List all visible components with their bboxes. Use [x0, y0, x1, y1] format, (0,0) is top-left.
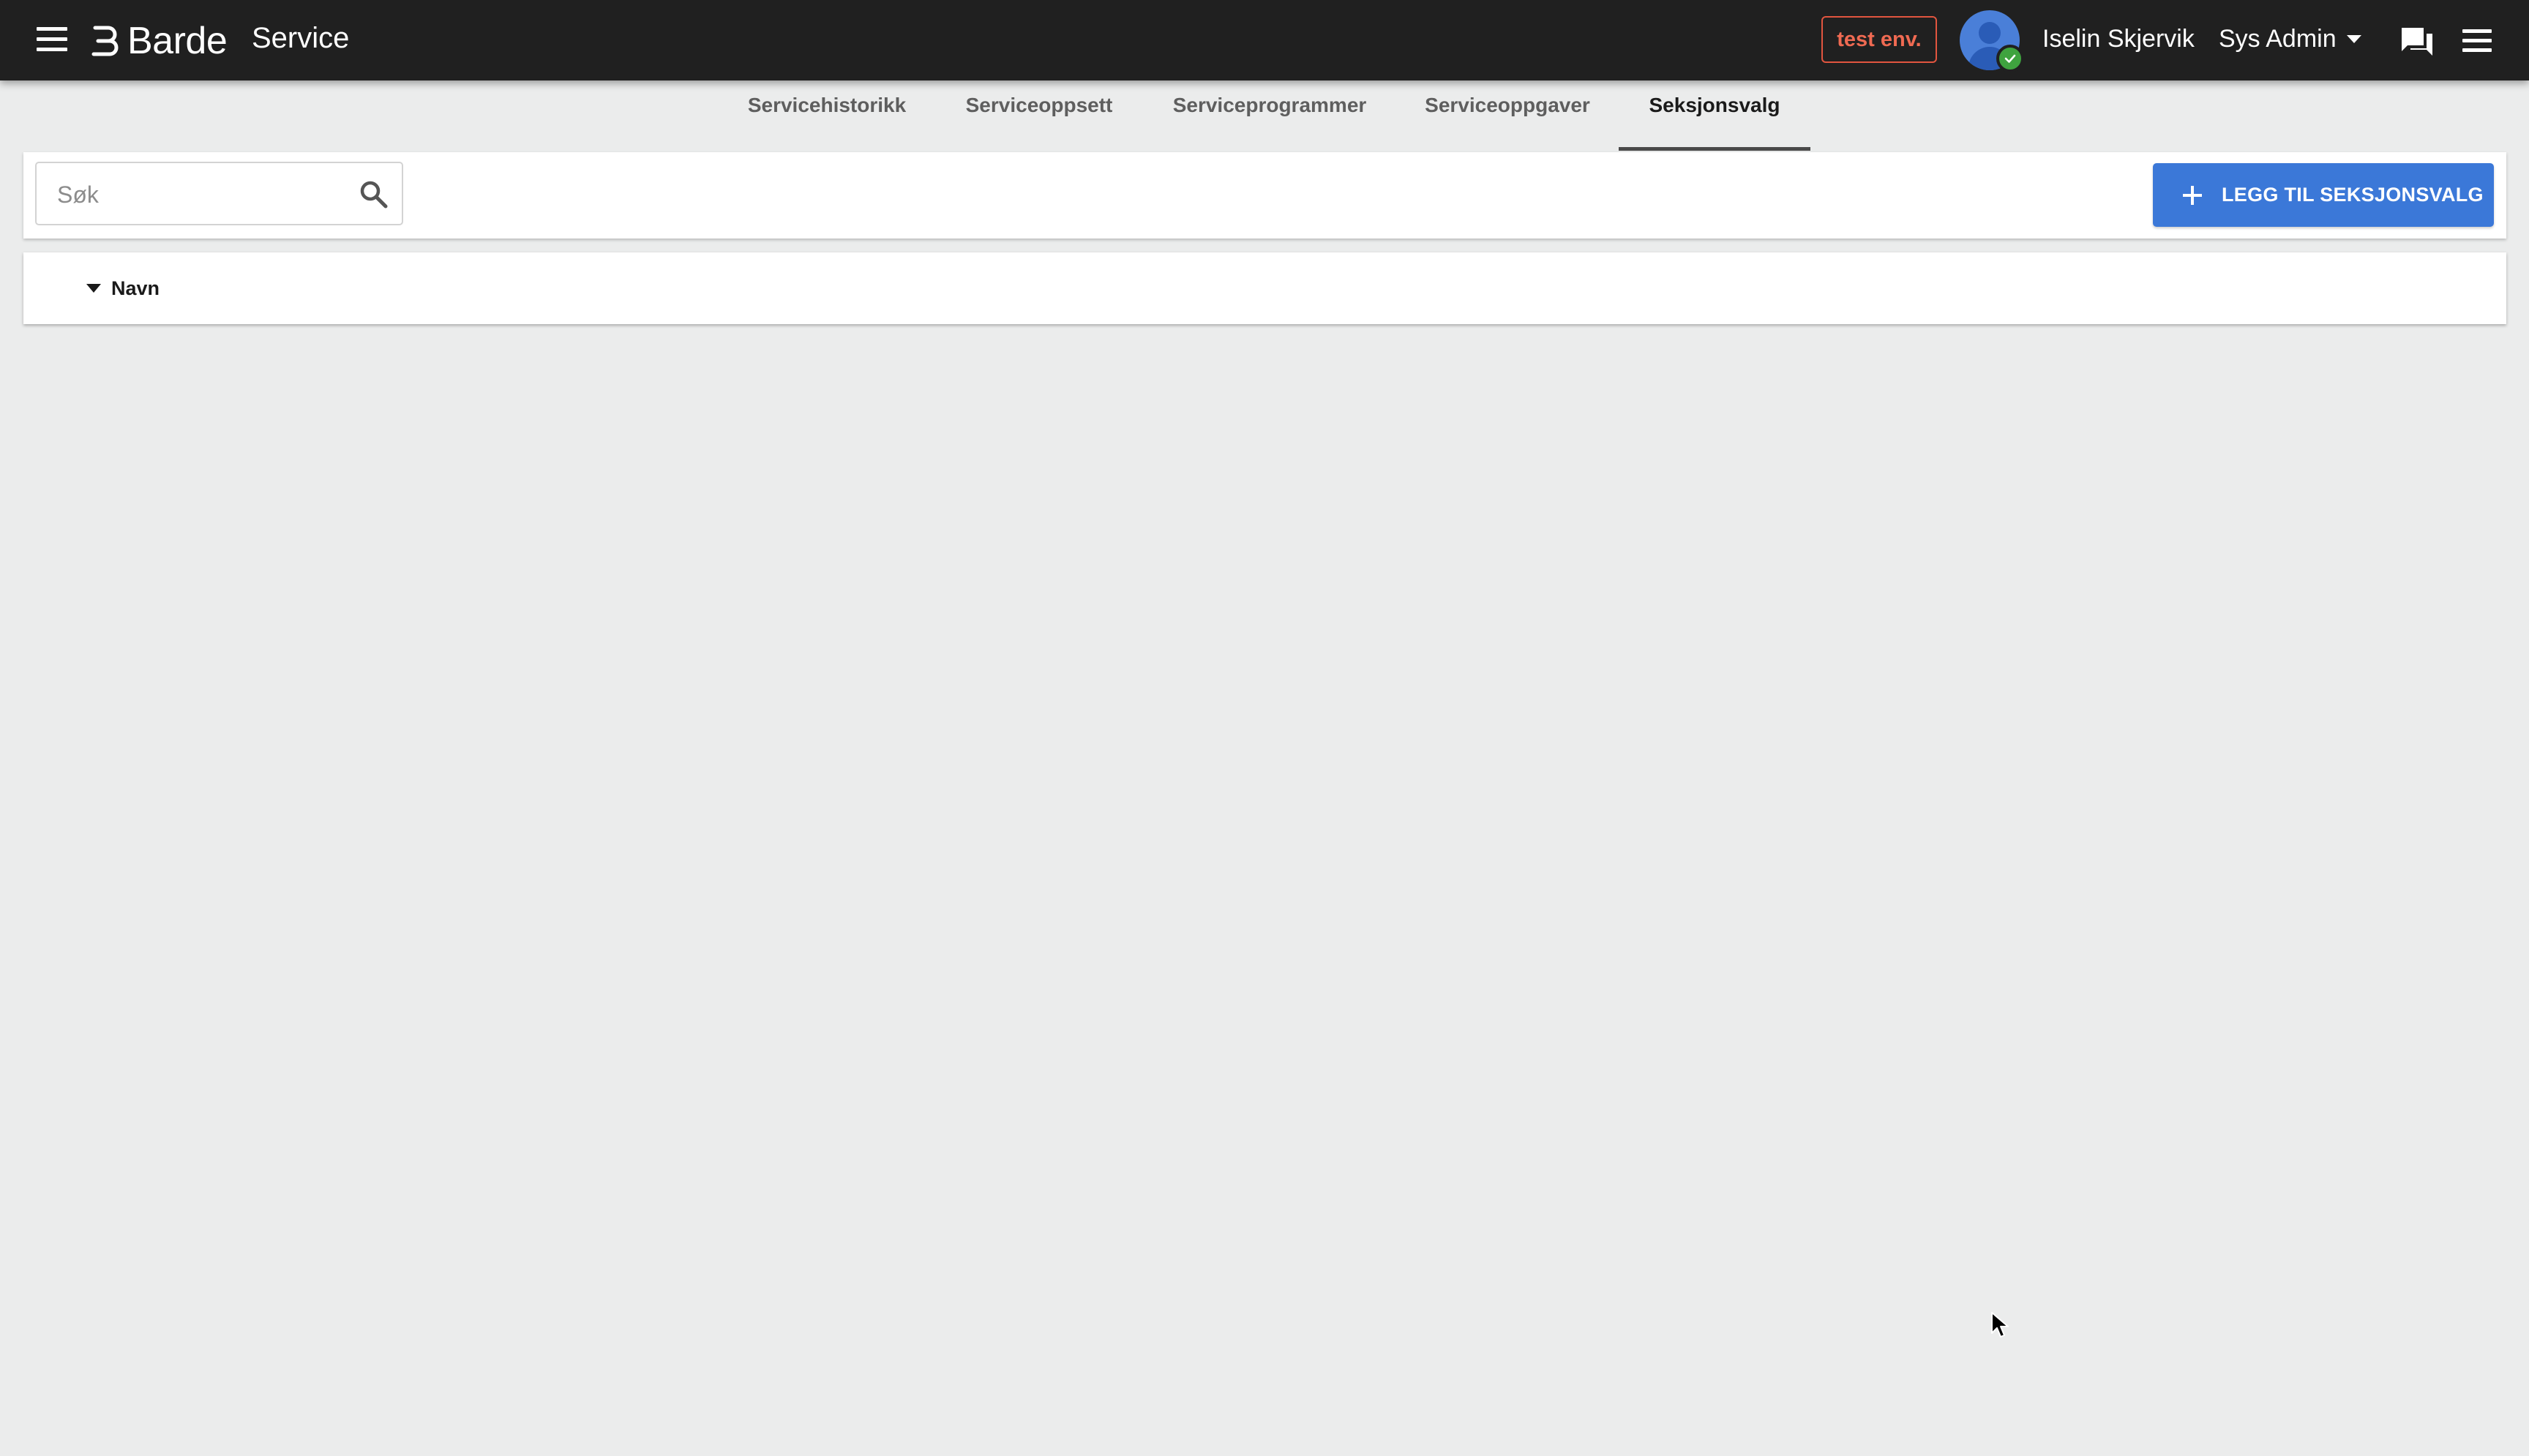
- tab-serviceoppsett[interactable]: Serviceoppsett: [957, 80, 1121, 151]
- tab-seksjonsvalg[interactable]: Seksjonsvalg: [1619, 80, 1810, 151]
- plus-icon: [2183, 185, 2202, 205]
- chat-icon[interactable]: [2400, 26, 2434, 57]
- environment-badge: test env.: [1821, 16, 1937, 63]
- toolbar: LEGG TIL SEKSJONSVALG: [23, 152, 2506, 239]
- role-label: Sys Admin: [2219, 25, 2337, 53]
- avatar-icon: [1979, 22, 2001, 44]
- add-button-label: LEGG TIL SEKSJONSVALG: [2222, 184, 2484, 206]
- tab-bar: Servicehistorikk Serviceoppsett Servicep…: [0, 80, 2529, 151]
- column-header-label: Navn: [111, 277, 160, 299]
- user-name[interactable]: Iselin Skjervik: [2042, 25, 2195, 53]
- tab-serviceprogrammer[interactable]: Serviceprogrammer: [1168, 80, 1371, 151]
- check-icon: [2004, 54, 2016, 63]
- barde-logo-icon: [91, 26, 119, 56]
- brand-name: Barde: [127, 20, 228, 62]
- menu-icon[interactable]: [37, 27, 67, 53]
- brand-logo[interactable]: Barde: [91, 19, 228, 63]
- column-header-navn[interactable]: Navn: [86, 271, 160, 305]
- search-input[interactable]: [57, 175, 335, 214]
- tab-serviceoppgaver[interactable]: Serviceoppgaver: [1424, 80, 1591, 151]
- app-title: Service: [252, 22, 350, 54]
- chevron-down-icon: [2346, 35, 2361, 43]
- search-field[interactable]: [35, 162, 403, 225]
- more-menu-icon[interactable]: [2462, 29, 2492, 53]
- app-bar: Barde Service test env. Iselin Skjervik …: [0, 0, 2529, 80]
- search-icon[interactable]: [359, 179, 389, 210]
- add-section-option-button[interactable]: LEGG TIL SEKSJONSVALG: [2153, 163, 2494, 227]
- tab-servicehistorikk[interactable]: Servicehistorikk: [739, 80, 915, 151]
- mouse-cursor-icon: [1991, 1312, 2009, 1337]
- role-dropdown[interactable]: Sys Admin: [2219, 25, 2361, 53]
- active-tab-indicator: [1619, 147, 1810, 151]
- online-status-badge: [1996, 45, 2024, 72]
- sort-descending-icon: [86, 284, 101, 293]
- data-table: Navn: [23, 252, 2506, 324]
